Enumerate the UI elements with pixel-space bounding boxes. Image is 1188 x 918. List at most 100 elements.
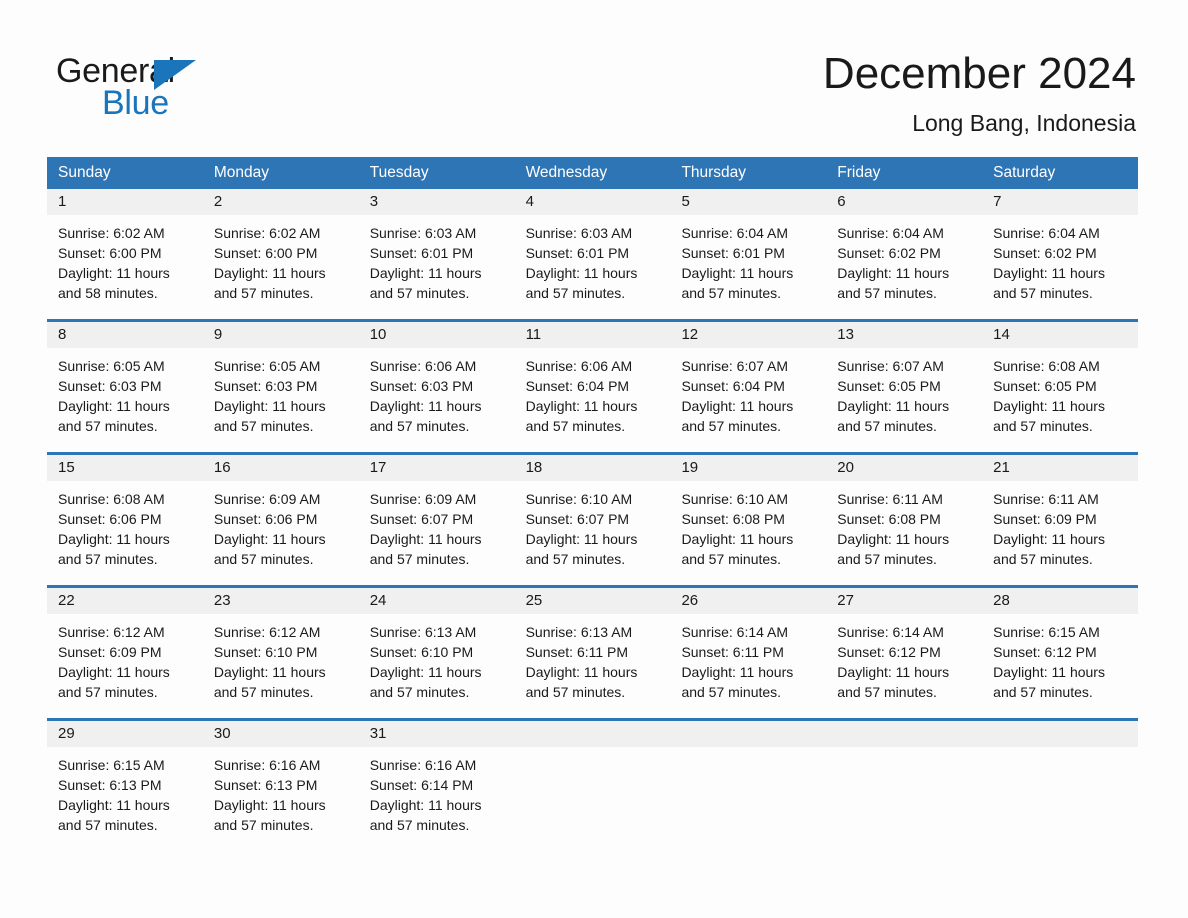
day-number[interactable]: 5 [670, 189, 826, 215]
day-cell-empty [670, 747, 826, 851]
sunset-text: Sunset: 6:10 PM [369, 644, 474, 660]
day-number[interactable]: 28 [982, 588, 1138, 614]
day-number[interactable]: 4 [515, 189, 671, 215]
daylight-text-line2: and 57 minutes. [213, 817, 314, 833]
daylight-text-line1: Daylight: 11 hours [58, 265, 170, 281]
sunset-text: Sunset: 6:09 PM [993, 511, 1097, 527]
calendar-week: 29 30 31 Sunrise: 6:15 AM Sunset: 6:13 P… [47, 718, 1138, 851]
day-number[interactable]: 17 [359, 455, 515, 481]
day-number[interactable]: 16 [203, 455, 359, 481]
day-number[interactable]: 14 [982, 322, 1138, 348]
daylight-text-line1: Daylight: 11 hours [525, 265, 638, 281]
general-blue-logo: General Blue [56, 52, 316, 122]
day-number[interactable]: 12 [670, 322, 826, 348]
sunset-text: Sunset: 6:11 PM [681, 644, 784, 660]
daylight-text-line2: and 57 minutes. [993, 551, 1093, 567]
day-number[interactable]: 29 [47, 721, 203, 747]
day-number-row: 29 30 31 [47, 721, 1138, 747]
daylight-text-line2: and 57 minutes. [525, 418, 626, 434]
daylight-text-line2: and 57 minutes. [213, 418, 314, 434]
sunrise-text: Sunrise: 6:14 AM [681, 624, 789, 640]
sunset-text: Sunset: 6:01 PM [525, 245, 630, 261]
day-number[interactable]: 26 [670, 588, 826, 614]
sunrise-text: Sunrise: 6:10 AM [525, 491, 633, 507]
day-number[interactable]: 6 [826, 189, 982, 215]
day-detail-row: Sunrise: 6:08 AM Sunset: 6:06 PM Dayligh… [47, 481, 1138, 585]
day-cell: Sunrise: 6:08 AM Sunset: 6:05 PM Dayligh… [982, 348, 1138, 452]
day-cell: Sunrise: 6:02 AM Sunset: 6:00 PM Dayligh… [203, 215, 359, 319]
sunset-text: Sunset: 6:00 PM [58, 245, 162, 261]
sunrise-text: Sunrise: 6:04 AM [681, 225, 789, 241]
calendar-week: 8 9 10 11 12 13 14 Sunrise: 6:05 AM Suns… [47, 319, 1138, 452]
day-cell: Sunrise: 6:07 AM Sunset: 6:05 PM Dayligh… [826, 348, 982, 452]
page-title: December 2024 [822, 49, 1136, 98]
day-number[interactable]: 7 [982, 189, 1138, 215]
day-number[interactable]: 22 [47, 588, 203, 614]
sunrise-text: Sunrise: 6:11 AM [993, 491, 1099, 507]
day-cell: Sunrise: 6:07 AM Sunset: 6:04 PM Dayligh… [670, 348, 826, 452]
daylight-text-line2: and 57 minutes. [681, 551, 782, 567]
day-cell: Sunrise: 6:15 AM Sunset: 6:13 PM Dayligh… [47, 747, 203, 851]
day-cell: Sunrise: 6:06 AM Sunset: 6:03 PM Dayligh… [359, 348, 515, 452]
sunrise-text: Sunrise: 6:08 AM [993, 358, 1100, 374]
day-cell: Sunrise: 6:12 AM Sunset: 6:09 PM Dayligh… [47, 614, 203, 718]
day-number-row: 1 2 3 4 5 6 7 [47, 189, 1138, 215]
day-number[interactable]: 2 [203, 189, 359, 215]
calendar-week: 22 23 24 25 26 27 28 Sunrise: 6:12 AM Su… [47, 585, 1138, 718]
day-number[interactable]: 15 [47, 455, 203, 481]
day-cell: Sunrise: 6:10 AM Sunset: 6:07 PM Dayligh… [515, 481, 671, 585]
sunset-text: Sunset: 6:14 PM [369, 777, 474, 793]
weekday-header-saturday: Saturday [993, 164, 1056, 181]
daylight-text-line1: Daylight: 11 hours [525, 398, 638, 414]
sunset-text: Sunset: 6:07 PM [525, 511, 630, 527]
daylight-text-line1: Daylight: 11 hours [213, 531, 326, 547]
daylight-text-line1: Daylight: 11 hours [58, 398, 170, 414]
day-number[interactable]: 31 [359, 721, 515, 747]
daylight-text-line2: and 57 minutes. [58, 551, 158, 567]
day-number[interactable]: 18 [515, 455, 671, 481]
day-number[interactable]: 30 [203, 721, 359, 747]
weekday-header-friday: Friday [837, 164, 881, 181]
day-number[interactable]: 8 [47, 322, 203, 348]
day-cell: Sunrise: 6:09 AM Sunset: 6:06 PM Dayligh… [203, 481, 359, 585]
day-number[interactable]: 23 [203, 588, 359, 614]
daylight-text-line2: and 57 minutes. [837, 684, 937, 700]
daylight-text-line1: Daylight: 11 hours [993, 265, 1105, 281]
daylight-text-line1: Daylight: 11 hours [58, 797, 170, 813]
day-number[interactable]: 3 [359, 189, 515, 215]
day-number[interactable]: 11 [515, 322, 671, 348]
sunset-text: Sunset: 6:12 PM [993, 644, 1097, 660]
daylight-text-line1: Daylight: 11 hours [369, 531, 482, 547]
daylight-text-line2: and 57 minutes. [369, 817, 470, 833]
sunset-text: Sunset: 6:06 PM [213, 511, 318, 527]
daylight-text-line2: and 57 minutes. [681, 418, 782, 434]
daylight-text-line1: Daylight: 11 hours [993, 664, 1105, 680]
day-number[interactable]: 21 [982, 455, 1138, 481]
day-number[interactable]: 13 [826, 322, 982, 348]
day-number[interactable]: 25 [515, 588, 671, 614]
sunset-text: Sunset: 6:05 PM [993, 378, 1097, 394]
day-cell: Sunrise: 6:13 AM Sunset: 6:11 PM Dayligh… [515, 614, 671, 718]
day-cell: Sunrise: 6:12 AM Sunset: 6:10 PM Dayligh… [203, 614, 359, 718]
sunset-text: Sunset: 6:12 PM [837, 644, 941, 660]
day-number[interactable]: 1 [47, 189, 203, 215]
day-number[interactable]: 10 [359, 322, 515, 348]
day-number-row: 22 23 24 25 26 27 28 [47, 588, 1138, 614]
day-number-row: 15 16 17 18 19 20 21 [47, 455, 1138, 481]
day-number[interactable]: 20 [826, 455, 982, 481]
daylight-text-line1: Daylight: 11 hours [369, 797, 482, 813]
day-number[interactable]: 19 [670, 455, 826, 481]
sunset-text: Sunset: 6:11 PM [525, 644, 629, 660]
day-number[interactable]: 9 [203, 322, 359, 348]
daylight-text-line2: and 57 minutes. [525, 551, 626, 567]
day-cell: Sunrise: 6:11 AM Sunset: 6:09 PM Dayligh… [982, 481, 1138, 585]
daylight-text-line1: Daylight: 11 hours [213, 664, 326, 680]
day-number[interactable]: 27 [826, 588, 982, 614]
sunset-text: Sunset: 6:02 PM [993, 245, 1097, 261]
day-number[interactable]: 24 [359, 588, 515, 614]
day-cell: Sunrise: 6:08 AM Sunset: 6:06 PM Dayligh… [47, 481, 203, 585]
sunrise-text: Sunrise: 6:13 AM [525, 624, 633, 640]
sunset-text: Sunset: 6:02 PM [837, 245, 941, 261]
daylight-text-line1: Daylight: 11 hours [837, 531, 950, 547]
sunrise-text: Sunrise: 6:07 AM [681, 358, 789, 374]
